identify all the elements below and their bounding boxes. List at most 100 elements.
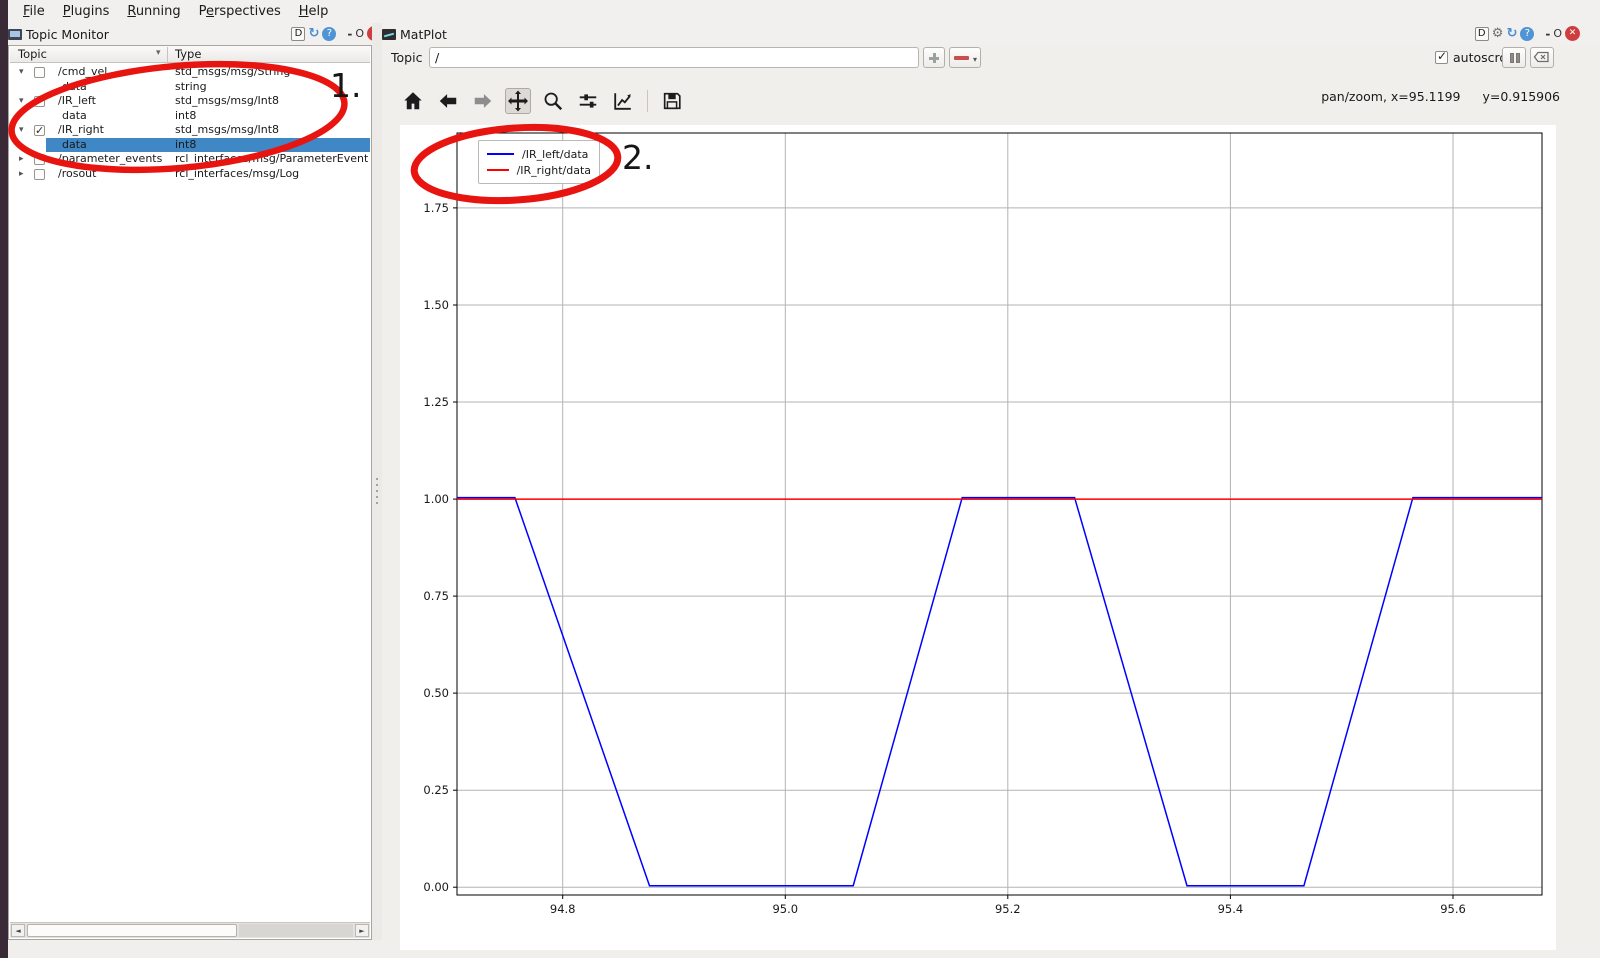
detach-button[interactable]: D	[291, 27, 305, 41]
matplot-controls: Topic ▾ autoscroll	[382, 45, 1600, 71]
svg-text:94.8: 94.8	[550, 902, 576, 916]
collapse-arrow-icon[interactable]	[19, 152, 29, 166]
customize-button[interactable]	[610, 88, 636, 114]
checkbox[interactable]	[34, 154, 45, 165]
chevron-down-icon: ▾	[973, 55, 977, 64]
collapse-arrow-icon[interactable]	[19, 167, 29, 181]
checkbox[interactable]	[34, 96, 45, 107]
subplots-button[interactable]	[575, 88, 601, 114]
menu-help[interactable]: Help	[290, 2, 338, 21]
svg-text:0.00: 0.00	[423, 880, 449, 894]
panel-splitter[interactable]	[372, 23, 382, 940]
topic-name: /cmd_vel	[58, 65, 107, 79]
svg-text:95.2: 95.2	[995, 902, 1021, 916]
topic-name: /IR_right	[58, 123, 104, 137]
topic-type: std_msgs/msg/Int8	[175, 123, 279, 137]
restore-button[interactable]: O	[1553, 27, 1562, 41]
table-row[interactable]: data int8	[10, 109, 370, 124]
zoom-button[interactable]	[540, 88, 566, 114]
gear-icon[interactable]: ⚙	[1492, 27, 1504, 41]
table-row[interactable]: /cmd_vel std_msgs/msg/String	[10, 65, 370, 80]
menu-file[interactable]: File	[14, 2, 54, 21]
column-divider	[167, 47, 168, 62]
svg-text:1.75: 1.75	[423, 201, 449, 215]
menu-running[interactable]: Running	[118, 2, 189, 21]
clear-button[interactable]	[1530, 47, 1554, 68]
scroll-left-icon[interactable]: ◄	[11, 924, 25, 937]
topic-monitor-dock: Topic Monitor D ↻ ? - O ✕ Topic ▾ Type /…	[8, 23, 372, 940]
clear-icon	[1531, 48, 1553, 67]
topic-name: data	[62, 80, 87, 94]
pan-icon	[506, 89, 530, 113]
dock-title: Topic Monitor	[26, 27, 109, 42]
scrollbar-thumb[interactable]	[27, 924, 237, 937]
back-button[interactable]	[435, 88, 461, 114]
remove-topic-button[interactable]: ▾	[949, 47, 981, 68]
legend-label: /IR_right/data	[517, 164, 591, 177]
reload-icon[interactable]: ↻	[1506, 27, 1517, 41]
matplot-icon	[382, 29, 396, 40]
detach-button[interactable]: D	[1475, 27, 1489, 41]
toolbar-separator	[647, 90, 648, 112]
menu-plugins[interactable]: Plugins	[54, 2, 119, 21]
forward-button[interactable]	[470, 88, 496, 114]
minimize-button[interactable]: -	[347, 27, 352, 41]
back-icon	[437, 90, 459, 112]
topic-type: std_msgs/msg/String	[175, 65, 290, 79]
table-row[interactable]: /parameter_events rcl_interfaces/msg/Par…	[10, 152, 370, 167]
plot-canvas[interactable]: 94.895.095.295.495.60.000.250.500.751.00…	[400, 125, 1556, 950]
home-button[interactable]	[400, 88, 426, 114]
pan-button[interactable]	[505, 88, 531, 114]
column-header-type[interactable]: Type	[175, 47, 201, 61]
topic-name: data	[62, 138, 87, 152]
table-row[interactable]: /IR_right std_msgs/msg/Int8	[10, 123, 370, 138]
svg-text:95.4: 95.4	[1218, 902, 1244, 916]
help-icon[interactable]: ?	[1520, 27, 1534, 41]
expand-arrow-icon[interactable]	[19, 123, 29, 137]
zoom-icon	[542, 90, 564, 112]
topic-monitor-titlebar[interactable]: Topic Monitor D ↻ ? - O ✕	[8, 23, 372, 45]
menu-perspectives[interactable]: Perspectives	[190, 2, 290, 21]
subplots-icon	[577, 90, 599, 112]
expand-arrow-icon[interactable]	[19, 65, 29, 79]
scroll-right-icon[interactable]: ►	[355, 924, 369, 937]
matplot-titlebar[interactable]: MatPlot D ⚙ ↻ ? - O ✕	[382, 23, 1600, 45]
menu-bar: File Plugins Running Perspectives Help	[8, 0, 1600, 23]
add-topic-button[interactable]	[923, 47, 945, 68]
status-mode: pan/zoom, x=95.1199	[1321, 89, 1460, 104]
horizontal-scrollbar[interactable]: ◄ ►	[10, 922, 370, 938]
topic-name: /rosout	[58, 167, 96, 181]
topic-input[interactable]	[429, 47, 919, 68]
table-row[interactable]: /IR_left std_msgs/msg/Int8	[10, 94, 370, 109]
reload-icon[interactable]: ↻	[308, 27, 319, 41]
checkbox[interactable]	[34, 169, 45, 180]
svg-text:0.25: 0.25	[423, 783, 449, 797]
topic-type: int8	[175, 138, 196, 152]
close-icon[interactable]: ✕	[1565, 26, 1580, 41]
help-icon[interactable]: ?	[322, 27, 336, 41]
table-row-selected[interactable]: data int8	[10, 138, 370, 153]
topic-type: string	[175, 80, 207, 94]
svg-text:95.0: 95.0	[772, 902, 798, 916]
minimize-button[interactable]: -	[1545, 27, 1550, 41]
checkbox[interactable]	[34, 67, 45, 78]
expand-arrow-icon[interactable]	[19, 94, 29, 108]
svg-text:95.6: 95.6	[1440, 902, 1466, 916]
pause-button[interactable]	[1502, 47, 1526, 68]
topic-name: /parameter_events	[58, 152, 162, 166]
minus-icon	[954, 56, 969, 60]
save-button[interactable]	[659, 88, 685, 114]
autoscroll-checkbox[interactable]	[1435, 51, 1448, 64]
table-row[interactable]: /rosout rcl_interfaces/msg/Log	[10, 167, 370, 182]
table-row[interactable]: data string	[10, 80, 370, 95]
topic-label: Topic	[391, 50, 422, 65]
topic-name: data	[62, 109, 87, 123]
topic-type: rcl_interfaces/msg/Log	[175, 167, 299, 181]
plus-icon	[929, 53, 939, 63]
scrollbar-track[interactable]	[239, 924, 353, 937]
restore-button[interactable]: O	[355, 27, 364, 41]
topic-type: std_msgs/msg/Int8	[175, 94, 279, 108]
status-y: y=0.915906	[1482, 89, 1560, 104]
checkbox[interactable]	[34, 125, 45, 136]
column-header-topic[interactable]: Topic	[18, 47, 47, 61]
